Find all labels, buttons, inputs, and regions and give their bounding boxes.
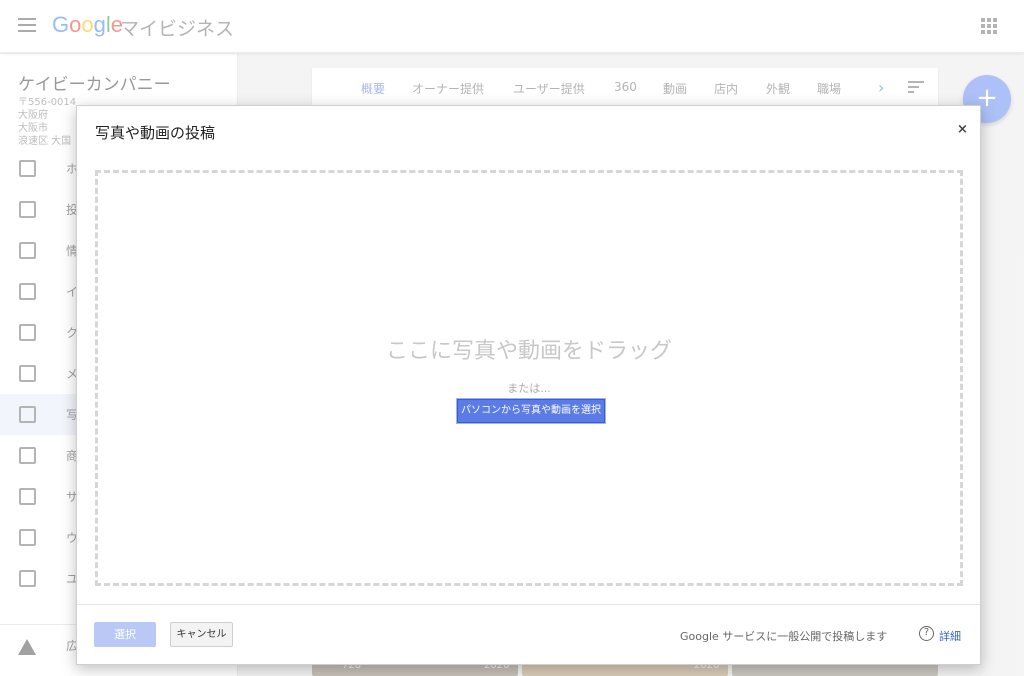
drop-instructions: ここに写真や動画をドラッグ: [385, 339, 672, 364]
help-icon[interactable]: ?: [919, 626, 934, 641]
cancel-button[interactable]: キャンセル: [170, 622, 233, 647]
or-label: または...: [507, 382, 551, 395]
choose-from-computer-button[interactable]: パソコンから写真や動画を選択: [457, 399, 605, 423]
details-link[interactable]: 詳細: [939, 628, 961, 644]
upload-dialog: 写真や動画の投稿 × ここに写真や動画をドラッグ または... パソコンから写真…: [76, 105, 981, 665]
dialog-title: 写真や動画の投稿: [95, 124, 216, 142]
public-notice: Google サービスに一般公開で投稿します: [680, 630, 888, 643]
dialog-footer: 選択 キャンセル Google サービスに一般公開で投稿します ? 詳細: [77, 604, 980, 664]
drop-zone[interactable]: ここに写真や動画をドラッグ または... パソコンから写真や動画を選択: [95, 170, 963, 586]
select-button[interactable]: 選択: [94, 622, 156, 647]
close-icon[interactable]: ×: [957, 122, 968, 137]
